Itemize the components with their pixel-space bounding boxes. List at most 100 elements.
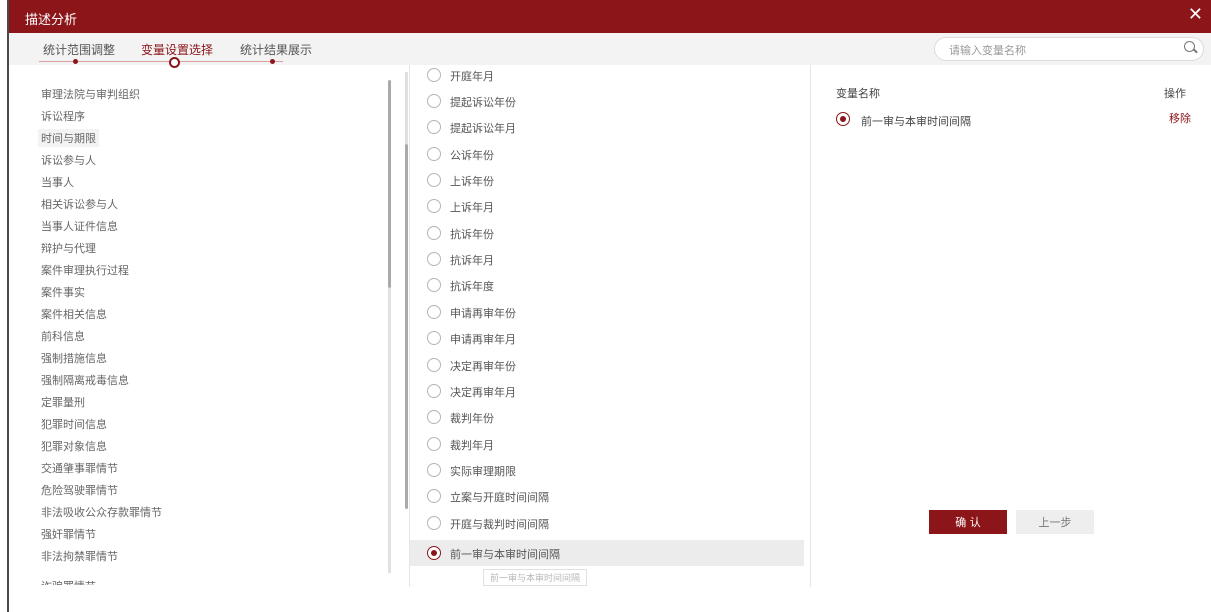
selected-variable-row: 前一审与本审时间间隔 移除 — [836, 110, 1191, 130]
radio-icon[interactable] — [427, 516, 441, 530]
variable-option[interactable]: 申请再审年月 — [410, 325, 804, 351]
close-icon[interactable]: ✕ — [1188, 5, 1203, 25]
variable-option[interactable]: 决定再审年月 — [410, 378, 804, 404]
variable-option[interactable]: 提起诉讼年月 — [410, 114, 804, 140]
category-item[interactable]: 审理法院与审判组织 — [38, 85, 143, 103]
category-item[interactable]: 相关诉讼参与人 — [38, 195, 121, 213]
category-item[interactable]: 前科信息 — [38, 327, 88, 345]
variable-label: 抗诉年度 — [450, 280, 494, 293]
tab-scope-adjust[interactable]: 统计范围调整 — [43, 41, 115, 58]
search-icon[interactable] — [1184, 41, 1195, 52]
step-dot-1 — [73, 59, 78, 64]
variable-label: 上诉年份 — [450, 175, 494, 188]
category-item[interactable]: 案件事实 — [38, 283, 88, 301]
variable-label: 申请再审年份 — [450, 307, 516, 320]
category-item[interactable]: 时间与期限 — [38, 129, 99, 147]
variable-option[interactable]: 上诉年份 — [410, 167, 804, 193]
variable-label: 提起诉讼年月 — [450, 122, 516, 135]
radio-icon[interactable] — [427, 252, 441, 266]
window-edge — [0, 0, 9, 612]
radio-icon[interactable] — [427, 489, 441, 503]
variable-option[interactable]: 公诉年份 — [410, 141, 804, 167]
column-header-op: 操作 — [1164, 87, 1186, 100]
variable-option[interactable]: 抗诉年份 — [410, 220, 804, 246]
variable-list: 开庭年月 提起诉讼年份 提起诉讼年月 公诉年份 上诉年份 上诉年月 抗诉年份 抗… — [410, 65, 810, 587]
category-item[interactable]: 诈骗罪情节 — [38, 577, 99, 585]
variable-option[interactable]: 开庭与裁判时间间隔 — [410, 510, 804, 536]
radio-icon[interactable] — [427, 199, 441, 213]
radio-icon[interactable] — [427, 437, 441, 451]
variable-label: 申请再审年月 — [450, 333, 516, 346]
radio-icon[interactable] — [427, 147, 441, 161]
category-item[interactable]: 诉讼参与人 — [38, 151, 99, 169]
step-dot-3 — [270, 59, 275, 64]
category-item[interactable]: 当事人 — [38, 173, 77, 191]
category-item[interactable]: 强制隔离戒毒信息 — [38, 371, 132, 389]
variable-option[interactable]: 决定再审年份 — [410, 352, 804, 378]
category-item[interactable]: 非法拘禁罪情节 — [38, 547, 121, 565]
variable-label: 裁判年月 — [450, 439, 494, 452]
variable-label: 决定再审年月 — [450, 386, 516, 399]
radio-icon[interactable] — [427, 331, 441, 345]
variable-option[interactable]: 上诉年月 — [410, 193, 804, 219]
variable-option[interactable]: 抗诉年月 — [410, 246, 804, 272]
variable-option-selected[interactable]: 前一审与本审时间间隔 — [410, 540, 804, 566]
radio-checked-icon[interactable] — [427, 546, 441, 560]
variable-label: 开庭与裁判时间间隔 — [450, 518, 549, 531]
category-item[interactable]: 强奸罪情节 — [38, 525, 99, 543]
variable-option[interactable]: 抗诉年度 — [410, 272, 804, 298]
category-item[interactable]: 危险驾驶罪情节 — [38, 481, 121, 499]
variable-scrollbar[interactable] — [405, 144, 408, 509]
category-item[interactable]: 诉讼程序 — [38, 107, 88, 125]
variable-option[interactable]: 开庭年月 — [410, 65, 804, 88]
category-item[interactable]: 强制措施信息 — [38, 349, 110, 367]
radio-checked-icon[interactable] — [836, 112, 850, 126]
search-input[interactable] — [947, 41, 1171, 59]
tab-result-display[interactable]: 统计结果展示 — [240, 41, 312, 58]
category-item[interactable]: 交通肇事罪情节 — [38, 459, 121, 477]
radio-icon[interactable] — [427, 305, 441, 319]
radio-icon[interactable] — [427, 358, 441, 372]
category-item[interactable]: 当事人证件信息 — [38, 217, 121, 235]
category-item[interactable]: 非法吸收公众存款罪情节 — [38, 503, 165, 521]
radio-icon[interactable] — [427, 278, 441, 292]
variable-option[interactable]: 实际审理期限 — [410, 457, 804, 483]
variable-option[interactable]: 申请再审年份 — [410, 299, 804, 325]
category-item[interactable]: 犯罪时间信息 — [38, 415, 110, 433]
variable-label: 抗诉年份 — [450, 228, 494, 241]
variable-label: 决定再审年份 — [450, 360, 516, 373]
remove-link[interactable]: 移除 — [1169, 110, 1191, 126]
variable-scroll-track — [405, 72, 408, 144]
radio-icon[interactable] — [427, 120, 441, 134]
selected-variables-panel: 变量名称 操作 前一审与本审时间间隔 移除 确 认 上一步 — [811, 65, 1211, 587]
category-scrollbar[interactable] — [388, 80, 391, 288]
radio-icon[interactable] — [427, 68, 441, 82]
variable-option[interactable]: 裁判年月 — [410, 431, 804, 457]
variable-label: 前一审与本审时间间隔 — [450, 548, 560, 561]
variable-option[interactable]: 裁判年份 — [410, 404, 804, 430]
variable-label: 抗诉年月 — [450, 254, 494, 267]
variable-search — [934, 37, 1204, 61]
variable-option[interactable]: 立案与开庭时间间隔 — [410, 483, 804, 509]
radio-icon[interactable] — [427, 226, 441, 240]
radio-icon[interactable] — [427, 463, 441, 477]
radio-icon[interactable] — [427, 173, 441, 187]
category-item[interactable]: 定罪量刑 — [38, 393, 88, 411]
variable-label: 上诉年月 — [450, 201, 494, 214]
radio-icon[interactable] — [427, 384, 441, 398]
category-item[interactable]: 案件审理执行过程 — [38, 261, 132, 279]
radio-icon[interactable] — [427, 94, 441, 108]
previous-step-button[interactable]: 上一步 — [1016, 510, 1094, 534]
tab-variable-select[interactable]: 变量设置选择 — [141, 41, 213, 58]
confirm-button[interactable]: 确 认 — [929, 510, 1007, 534]
describe-analysis-dialog: 描述分析 ✕ 统计范围调整 变量设置选择 统计结果展示 审理法院与审判组织 诉讼… — [9, 0, 1211, 612]
radio-icon[interactable] — [427, 410, 441, 424]
variable-label: 裁判年份 — [450, 412, 494, 425]
step-tabs: 统计范围调整 变量设置选择 统计结果展示 — [9, 33, 1211, 68]
column-header-name: 变量名称 — [836, 87, 880, 100]
variable-option[interactable]: 提起诉讼年份 — [410, 88, 804, 114]
category-item[interactable]: 案件相关信息 — [38, 305, 110, 323]
category-item[interactable]: 辩护与代理 — [38, 239, 99, 257]
dialog-title: 描述分析 — [25, 13, 78, 28]
category-item[interactable]: 犯罪对象信息 — [38, 437, 110, 455]
